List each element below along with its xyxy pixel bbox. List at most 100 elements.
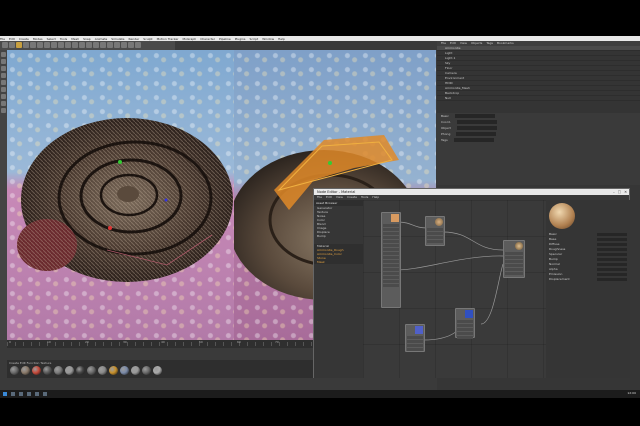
menu-item-plugins[interactable]: Plugins [235, 37, 246, 41]
property-field[interactable] [597, 248, 627, 251]
camera-icon[interactable] [128, 42, 134, 48]
node-port[interactable] [383, 256, 399, 259]
z-axis-icon[interactable] [58, 42, 64, 48]
noise-node[interactable] [455, 308, 475, 339]
texture-mode-icon[interactable] [1, 59, 6, 64]
live-select-icon[interactable] [16, 42, 22, 48]
start-icon[interactable] [3, 392, 7, 396]
browser-icon[interactable] [35, 392, 39, 396]
polygons-mode-icon[interactable] [1, 80, 6, 85]
scale-icon[interactable] [30, 42, 36, 48]
light-icon[interactable] [135, 42, 141, 48]
x-axis-icon[interactable] [44, 42, 50, 48]
om-tab[interactable]: Tags [486, 41, 493, 46]
floor-icon[interactable] [121, 42, 127, 48]
cube-icon[interactable] [86, 42, 92, 48]
material-item[interactable]: Mask [314, 260, 363, 264]
node-port[interactable] [383, 228, 399, 231]
menu-item-pipeline[interactable]: Pipeline [219, 37, 231, 41]
snap-icon[interactable] [1, 94, 6, 99]
axis-mode-icon[interactable] [1, 87, 6, 92]
attribute-field[interactable] [454, 114, 495, 118]
material-swatch[interactable] [43, 366, 52, 375]
attribute-field[interactable] [456, 120, 497, 124]
material-swatch[interactable] [120, 366, 129, 375]
material-swatch[interactable] [109, 366, 118, 375]
viewport-perspective[interactable] [7, 50, 234, 340]
property-field[interactable] [597, 258, 627, 261]
move-icon[interactable] [23, 42, 29, 48]
normal-node[interactable] [405, 324, 425, 352]
render-view-icon[interactable] [65, 42, 71, 48]
node-port[interactable] [383, 232, 399, 235]
workplane-icon[interactable] [1, 101, 6, 106]
material-swatch[interactable] [54, 366, 63, 375]
material-swatch[interactable] [142, 366, 151, 375]
task-view-icon[interactable] [19, 392, 23, 396]
close-icon[interactable]: ✕ [624, 190, 627, 194]
node-port[interactable] [383, 276, 399, 279]
render-icon[interactable] [72, 42, 78, 48]
subdivision-icon[interactable] [100, 42, 106, 48]
om-tab[interactable]: Objects [471, 41, 482, 46]
node-port[interactable] [383, 284, 399, 287]
property-field[interactable] [597, 243, 627, 246]
search-icon[interactable] [11, 392, 15, 396]
menu-item-help[interactable]: Help [278, 37, 285, 41]
material-swatch[interactable] [98, 366, 107, 375]
node-port[interactable] [383, 252, 399, 255]
node-port[interactable] [383, 268, 399, 271]
node-port[interactable] [383, 272, 399, 275]
material-menu[interactable]: Create Edit Function Texture [9, 361, 51, 365]
material-swatch[interactable] [76, 366, 85, 375]
property-field[interactable] [597, 253, 627, 256]
menu-item-script[interactable]: Script [250, 37, 259, 41]
explorer-icon[interactable] [27, 392, 31, 396]
menu-item-window[interactable]: Window [262, 37, 274, 41]
material-swatch[interactable] [32, 366, 41, 375]
material-swatch[interactable] [87, 366, 96, 375]
node-port[interactable] [383, 248, 399, 251]
redo-icon[interactable] [9, 42, 15, 48]
attribute-field[interactable] [453, 138, 494, 142]
property-field[interactable] [597, 238, 627, 241]
node-port[interactable] [383, 244, 399, 247]
model-mode-icon[interactable] [1, 52, 6, 57]
maximize-icon[interactable]: □ [618, 190, 621, 194]
material-swatch[interactable] [131, 366, 140, 375]
node-port[interactable] [383, 224, 399, 227]
material-output-node[interactable] [503, 240, 525, 278]
om-tab[interactable]: Bookmarks [497, 41, 514, 46]
material-swatch[interactable] [65, 366, 74, 375]
property-field[interactable] [597, 278, 627, 281]
undo-icon[interactable] [2, 42, 8, 48]
material-swatch[interactable] [21, 366, 30, 375]
property-field[interactable] [597, 273, 627, 276]
deformer-icon[interactable] [114, 42, 120, 48]
texture-node[interactable] [381, 212, 401, 308]
render-settings-icon[interactable] [79, 42, 85, 48]
pen-icon[interactable] [93, 42, 99, 48]
material-swatch[interactable] [10, 366, 19, 375]
property-field[interactable] [597, 233, 627, 236]
y-axis-icon[interactable] [51, 42, 57, 48]
node-port[interactable] [383, 240, 399, 243]
node-port[interactable] [383, 264, 399, 267]
attribute-field[interactable] [456, 126, 497, 130]
node-port[interactable] [383, 236, 399, 239]
node-canvas[interactable] [363, 200, 546, 378]
edges-mode-icon[interactable] [1, 73, 6, 78]
attribute-field[interactable] [456, 132, 497, 136]
property-field[interactable] [597, 263, 627, 266]
rotate-icon[interactable] [37, 42, 43, 48]
cinema4d-icon[interactable] [43, 392, 47, 396]
object-row[interactable]: Null [437, 96, 640, 101]
node-port[interactable] [383, 260, 399, 263]
menu-item-mograph[interactable]: MoGraph [183, 37, 197, 41]
property-row[interactable]: Displacement [546, 277, 630, 282]
property-field[interactable] [597, 268, 627, 271]
solo-icon[interactable] [1, 108, 6, 113]
color-node[interactable] [425, 216, 445, 246]
points-mode-icon[interactable] [1, 66, 6, 71]
material-swatch[interactable] [153, 366, 162, 375]
